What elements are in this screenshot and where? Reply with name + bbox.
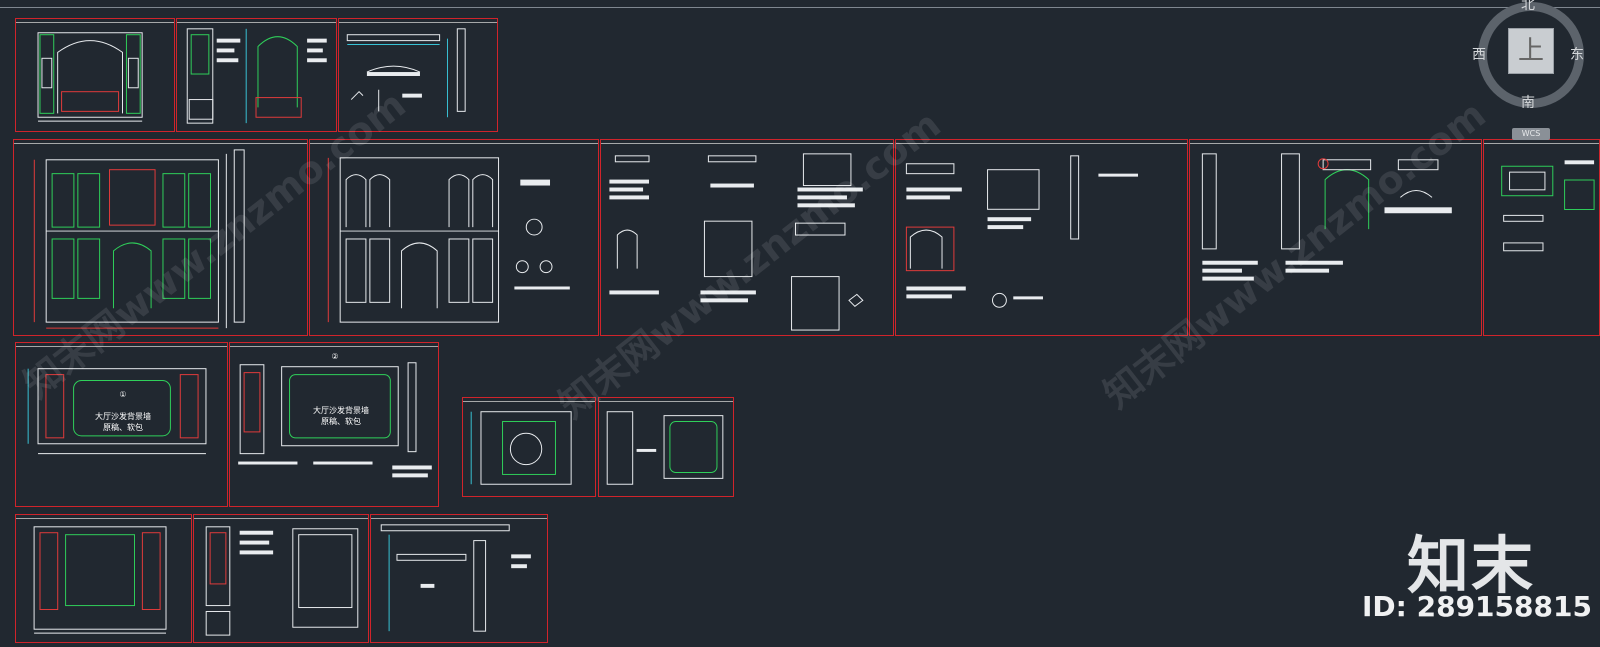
top-ruler-line xyxy=(0,7,1600,8)
details-drawing xyxy=(905,155,1139,308)
viewcube-north[interactable]: 北 xyxy=(1521,0,1535,14)
sheet-ceiling-2[interactable] xyxy=(598,397,734,497)
watermark-id: ID: 289158815 xyxy=(1362,590,1592,623)
viewcube-south[interactable]: 南 xyxy=(1521,92,1535,112)
elevation-drawing xyxy=(186,28,327,124)
sheet-detail-5[interactable] xyxy=(370,514,548,643)
sheet-elevation-4[interactable] xyxy=(193,514,369,643)
viewcube-west[interactable]: 西 xyxy=(1472,44,1486,64)
sheet-details-3[interactable] xyxy=(895,139,1188,336)
sheet-details-5[interactable] xyxy=(1483,139,1600,336)
viewcube-top-face[interactable]: 上 xyxy=(1508,28,1554,74)
detail-drawing xyxy=(380,524,531,632)
sheet-sofa-wall-2[interactable]: ② 大厅沙发背景墙 原稿、软包 xyxy=(229,342,439,507)
elevation-drawing xyxy=(205,526,359,636)
sheet-elevation-1[interactable] xyxy=(15,18,175,132)
sheet-elevation-3[interactable] xyxy=(15,514,192,643)
sheet-large-elevation-2[interactable] xyxy=(309,139,599,336)
drawing-number: ① xyxy=(119,390,127,399)
drawing-title: 大厅沙发背景墙 原稿、软包 xyxy=(313,406,369,426)
elevation-drawing xyxy=(33,526,167,634)
details-drawing xyxy=(1501,160,1595,252)
elevation-drawing xyxy=(37,32,143,122)
drawing-title: 大厅沙发背景墙 原稿、软包 xyxy=(95,412,151,432)
wcs-menu-button[interactable]: WCS xyxy=(1512,128,1550,140)
drawing-number: ② xyxy=(331,352,339,361)
ceiling-drawing xyxy=(606,411,724,485)
viewcube-east[interactable]: 东 xyxy=(1570,44,1584,64)
large-elevation-drawing xyxy=(327,157,570,323)
sheet-elevation-2[interactable] xyxy=(176,18,337,132)
